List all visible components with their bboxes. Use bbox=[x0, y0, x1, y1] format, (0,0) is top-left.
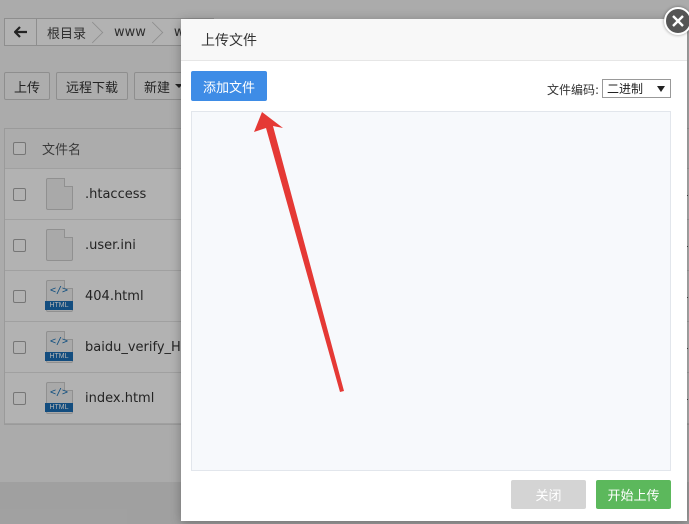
close-icon bbox=[672, 15, 684, 27]
start-upload-button[interactable]: 开始上传 bbox=[596, 480, 671, 509]
close-button[interactable]: 关闭 bbox=[511, 480, 586, 509]
encoding-value: 二进制 bbox=[607, 82, 644, 96]
add-file-button[interactable]: 添加文件 bbox=[191, 71, 267, 101]
encoding-select[interactable]: 二进制 bbox=[602, 79, 671, 98]
dropdown-arrow-icon bbox=[657, 86, 665, 92]
upload-file-list[interactable] bbox=[191, 111, 671, 471]
upload-dialog: 上传文件 添加文件 文件编码: 二进制 关闭 开始上传 bbox=[181, 19, 687, 521]
encoding-label: 文件编码: bbox=[547, 83, 600, 97]
dialog-close-icon[interactable] bbox=[664, 7, 689, 35]
dialog-title: 上传文件 bbox=[181, 19, 687, 61]
